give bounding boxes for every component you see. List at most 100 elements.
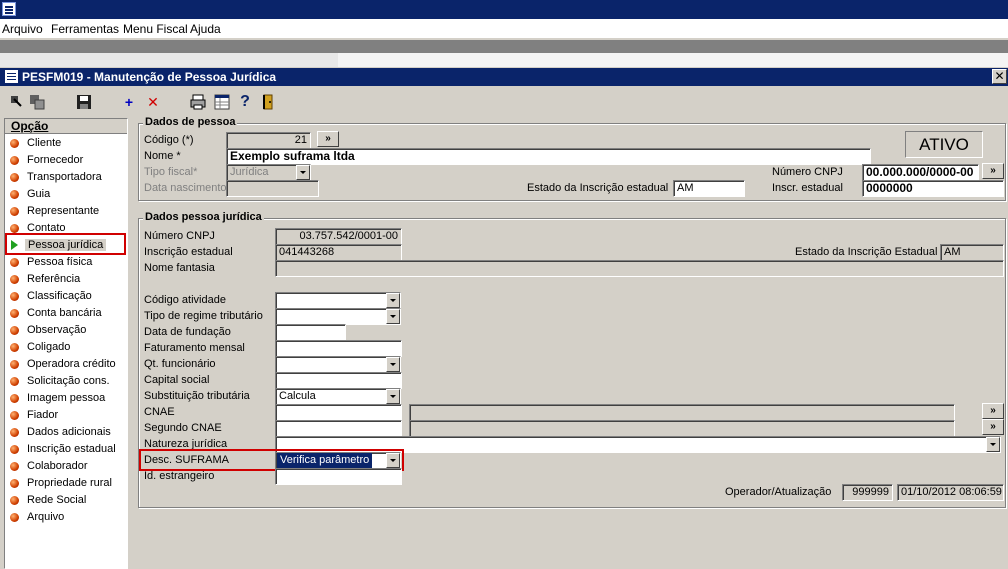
substituicao-label: Substituição tributária [144, 390, 250, 402]
bullet-icon [10, 496, 19, 505]
menu-arquivo[interactable]: Arquivo [2, 22, 43, 36]
estrangeiro-field[interactable] [275, 468, 402, 485]
chevron-down-icon[interactable] [296, 165, 310, 180]
menu-menu-fiscal[interactable]: Menu Fiscal [123, 22, 188, 36]
nome-fantasia-field[interactable] [275, 260, 1004, 277]
copy-record-icon[interactable] [29, 94, 45, 110]
bullet-icon [10, 360, 19, 369]
options-header: Opção [5, 119, 127, 134]
estado-inscricao-field[interactable]: AM [673, 180, 745, 197]
cnae-field[interactable] [275, 404, 402, 421]
fundacao-field[interactable] [275, 324, 346, 341]
bullet-icon [10, 292, 19, 301]
segundo-cnae-desc-field [409, 420, 955, 437]
chevron-down-icon[interactable] [386, 357, 400, 372]
option-label: Fornecedor [27, 154, 84, 166]
pj-cnpj-field[interactable]: 03.757.542/0001-00 [275, 228, 402, 245]
data-nascimento-label: Data nascimento [144, 182, 227, 194]
app-titlebar [0, 0, 1008, 19]
bullet-icon [10, 258, 19, 267]
chevron-down-icon[interactable] [386, 309, 400, 324]
option-label: Guia [27, 188, 51, 200]
bullet-icon [10, 224, 19, 233]
codigo-atividade-label: Código atividade [144, 294, 226, 306]
cnae-desc-field [409, 404, 955, 421]
cnae-lookup-button[interactable]: » [982, 403, 1004, 419]
add-icon[interactable]: + [121, 94, 137, 110]
data-nascimento-field[interactable] [226, 180, 319, 197]
codigo-field[interactable]: 21 [226, 132, 311, 149]
atualizacao-field: 01/10/2012 08:06:59 [897, 484, 1004, 501]
group-title: Dados pessoa jurídica [143, 211, 264, 223]
bullet-icon [10, 428, 19, 437]
menubar: Arquivo Ferramentas Menu Fiscal Ajuda [0, 19, 1008, 39]
option-label: Cliente [27, 137, 62, 149]
bullet-icon [10, 173, 19, 182]
print-icon[interactable] [190, 94, 206, 110]
option-label: Referência [27, 273, 81, 285]
funcionario-label: Qt. funcionário [144, 358, 216, 370]
menu-ajuda[interactable]: Ajuda [190, 22, 221, 36]
fundacao-label: Data de fundação [144, 326, 231, 338]
help-icon[interactable]: ? [237, 94, 253, 110]
chevron-down-icon[interactable] [386, 293, 400, 308]
regime-select[interactable] [275, 308, 401, 325]
estrangeiro-label: Id. estrangeiro [144, 470, 215, 482]
delete-icon[interactable]: ✕ [145, 94, 161, 110]
codigo-lookup-button[interactable]: » [317, 131, 339, 147]
segundo-cnae-field[interactable] [275, 420, 402, 437]
option-label: Colaborador [27, 460, 88, 472]
cnpj-lookup-button[interactable]: » [982, 163, 1004, 179]
tipo-fiscal-select[interactable]: Jurídica [226, 164, 311, 181]
capital-label: Capital social [144, 374, 210, 386]
menu-ferramentas[interactable]: Ferramentas [51, 22, 119, 36]
codigo-label: Código (*) [144, 134, 194, 146]
bullet-icon [10, 462, 19, 471]
option-label: Classificação [27, 290, 92, 302]
bullet-icon [10, 411, 19, 420]
status-badge: ATIVO [905, 131, 983, 158]
nome-field[interactable]: Exemplo suframa ltda [226, 148, 871, 165]
faturamento-field[interactable] [275, 340, 402, 357]
first-record-icon[interactable] [8, 94, 24, 110]
option-label: Coligado [27, 341, 71, 353]
chevron-down-icon[interactable] [986, 437, 1000, 452]
bullet-icon [10, 513, 19, 522]
nome-label: Nome * [144, 150, 181, 162]
bullet-icon [10, 156, 19, 165]
group-title: Dados de pessoa [143, 116, 238, 128]
capital-field[interactable] [275, 372, 402, 389]
cnpj-label: Número CNPJ [772, 166, 843, 178]
cnpj-field[interactable]: 00.000.000/0000-00 [862, 164, 979, 181]
faturamento-label: Faturamento mensal [144, 342, 245, 354]
grid-icon[interactable] [214, 94, 230, 110]
chevron-down-icon[interactable] [386, 389, 400, 404]
window-title: PESFM019 - Manutenção de Pessoa Jurídica [22, 70, 277, 84]
highlight-box-pessoa-juridica [5, 233, 126, 255]
option-label: Transportadora [27, 171, 102, 183]
option-label: Representante [27, 205, 100, 217]
regime-label: Tipo de regime tributário [144, 310, 263, 322]
inscr-estadual-field[interactable]: 0000000 [862, 180, 1004, 197]
option-label: Propriedade rural [27, 477, 112, 489]
bullet-icon [10, 479, 19, 488]
exit-door-icon[interactable] [260, 94, 276, 110]
app-icon [2, 2, 16, 16]
option-label: Observação [27, 324, 87, 336]
nome-fantasia-label: Nome fantasia [144, 262, 215, 274]
bullet-icon [10, 377, 19, 386]
funcionario-select[interactable] [275, 356, 401, 373]
operador-label: Operador/Atualização [725, 486, 832, 498]
pj-estado-field[interactable]: AM [940, 244, 1004, 261]
bullet-icon [10, 445, 19, 454]
option-label: Solicitação cons. [27, 375, 110, 387]
pj-insc-field[interactable]: 041443268 [275, 244, 402, 261]
codigo-atividade-select[interactable] [275, 292, 401, 309]
close-button[interactable]: ✕ [992, 69, 1007, 84]
option-label: Imagem pessoa [27, 392, 106, 404]
substituicao-select[interactable]: Calcula [275, 388, 401, 405]
save-icon[interactable] [76, 94, 92, 110]
segundo-cnae-lookup-button[interactable]: » [982, 419, 1004, 435]
pj-cnpj-label: Número CNPJ [144, 230, 215, 242]
bullet-icon [10, 394, 19, 403]
